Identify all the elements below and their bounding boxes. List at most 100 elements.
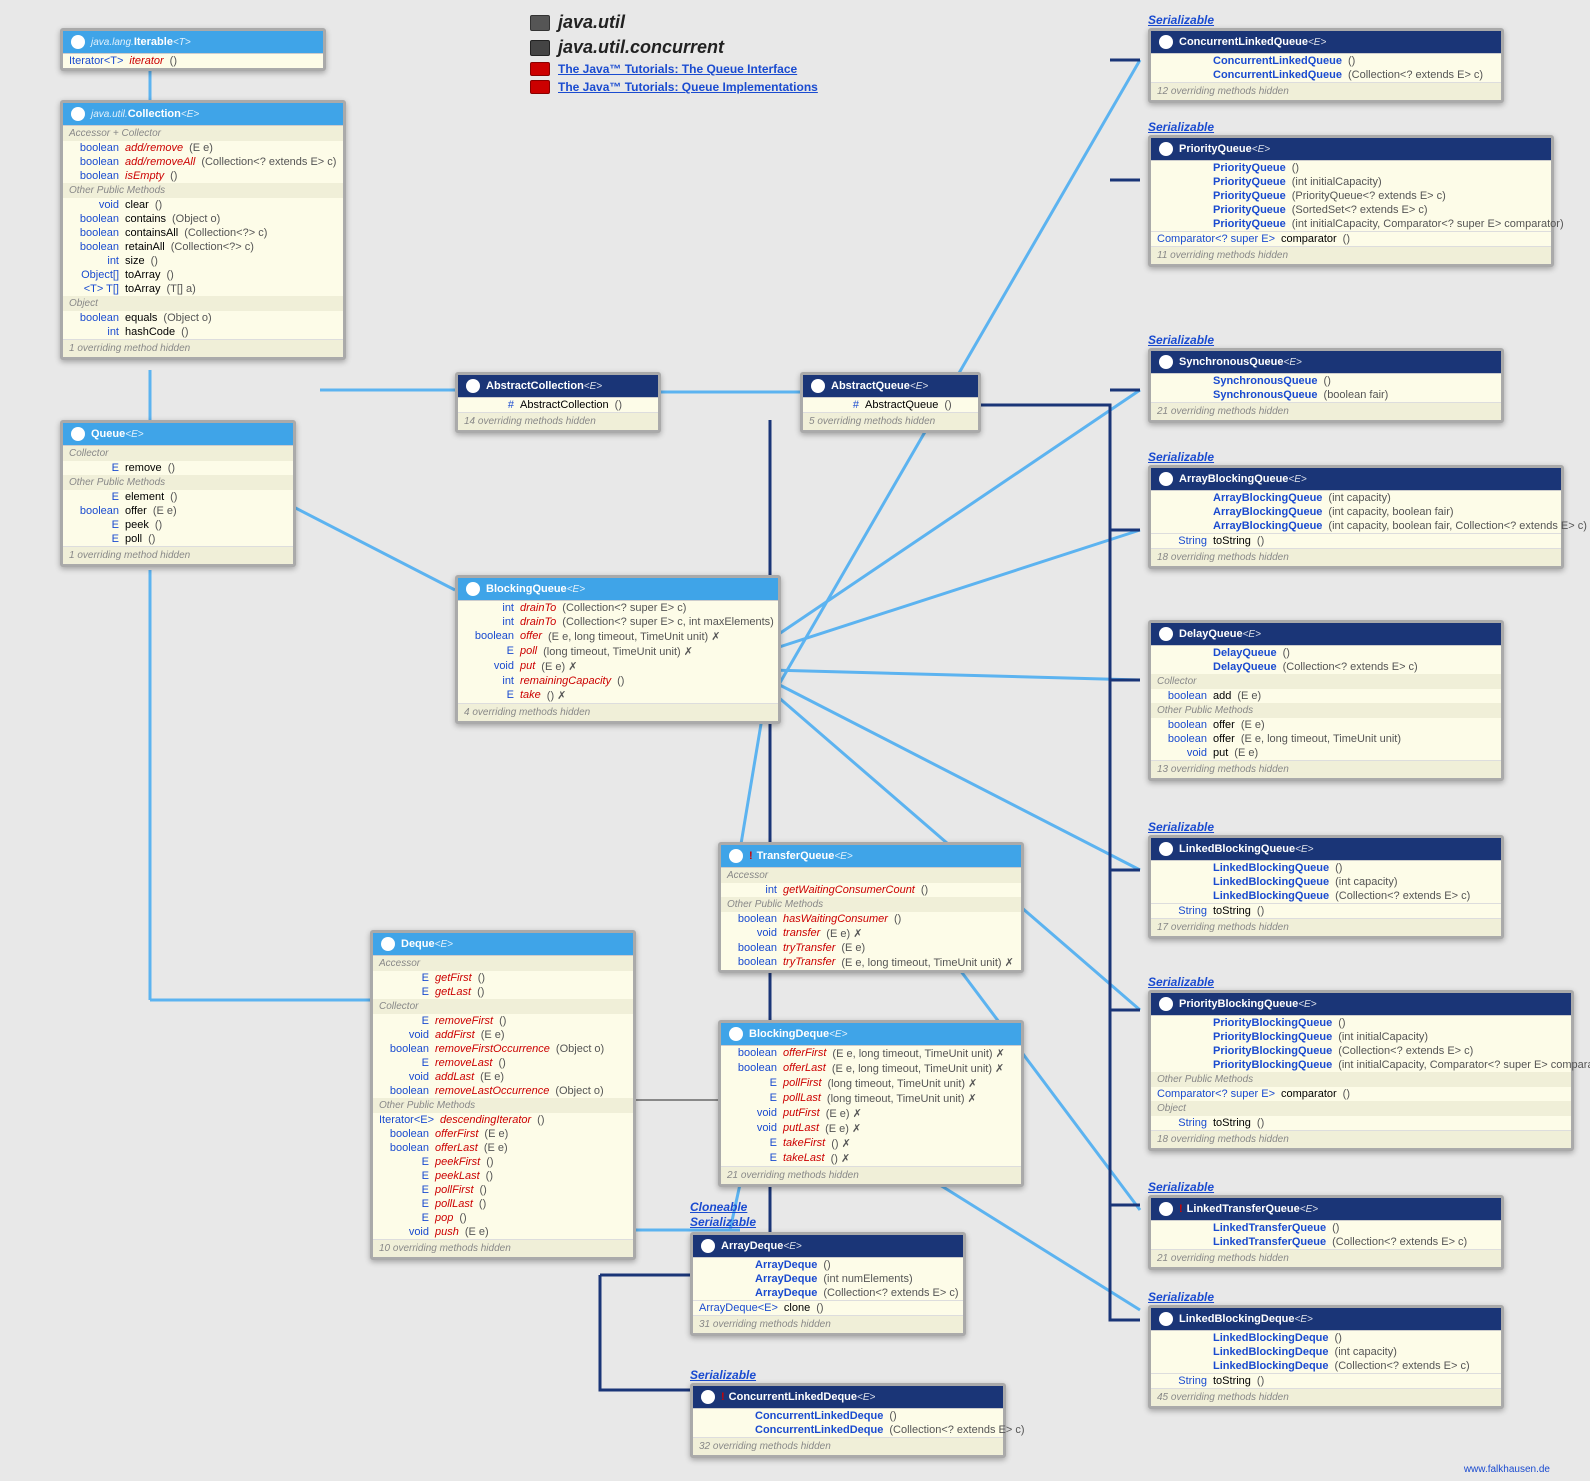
serializable-tag[interactable]: Serializable — [1148, 450, 1214, 464]
method-row: SynchronousQueue(boolean fair) — [1151, 388, 1501, 402]
array-blocking-queue-box: ArrayBlockingQueue<E> ArrayBlockingQueue… — [1148, 465, 1564, 569]
method-row: booleanoffer(E e, long timeout, TimeUnit… — [1151, 732, 1501, 746]
method-row: Etake() ✗ — [458, 688, 778, 703]
serializable-tag[interactable]: Serializable — [690, 1368, 756, 1382]
link-icon — [530, 62, 550, 76]
linked-blocking-deque-box: LinkedBlockingDeque<E> LinkedBlockingDeq… — [1148, 1305, 1504, 1409]
transfer-queue-header: !TransferQueue<E> — [721, 845, 1021, 867]
method-row: voidput(E e) ✗ — [458, 659, 778, 674]
method-row: StringtoString() — [1151, 1116, 1571, 1130]
method-row: ConcurrentLinkedDeque() — [693, 1409, 1003, 1423]
tutorial-link-queue-implementations[interactable]: The Java™ Tutorials: Queue Implementatio… — [558, 80, 818, 94]
method-row: EpollFirst() — [373, 1183, 633, 1197]
serializable-tag[interactable]: Serializable — [1148, 1290, 1214, 1304]
method-row: EremoveFirst() — [373, 1014, 633, 1028]
method-row: Eremove() — [63, 461, 293, 475]
method-row: LinkedBlockingDeque(Collection<? extends… — [1151, 1359, 1501, 1373]
serializable-tag[interactable]: Serializable — [1148, 120, 1214, 134]
method-row: StringtoString() — [1151, 904, 1501, 918]
method-row: ArrayDeque(Collection<? extends E> c) — [693, 1286, 963, 1300]
method-row: booleanofferFirst(E e, long timeout, Tim… — [721, 1046, 1021, 1061]
class-icon — [1159, 1202, 1173, 1216]
class-icon — [701, 1390, 715, 1404]
blocking-queue-header: BlockingQueue<E> — [458, 578, 778, 600]
method-row: voidtransfer(E e) ✗ — [721, 926, 1021, 941]
method-row: EpollLast(long timeout, TimeUnit unit) ✗ — [721, 1091, 1021, 1106]
method-row: Epeek() — [63, 518, 293, 532]
method-row: ArrayBlockingQueue(int capacity, boolean… — [1151, 505, 1561, 519]
method-row: PriorityQueue(int initialCapacity, Compa… — [1151, 217, 1551, 231]
legend: java.util java.util.concurrent The Java™… — [530, 12, 818, 98]
serializable-tag[interactable]: Serializable — [1148, 975, 1214, 989]
method-row: LinkedBlockingQueue(Collection<? extends… — [1151, 889, 1501, 903]
collection-header: java.util.Collection<E> — [63, 103, 343, 125]
method-row: ConcurrentLinkedQueue() — [1151, 54, 1501, 68]
method-row: inthashCode() — [63, 325, 343, 339]
method-row: Epop() — [373, 1211, 633, 1225]
method-row: #AbstractCollection() — [458, 398, 658, 412]
serializable-tag[interactable]: Serializable — [690, 1215, 756, 1229]
method-row: PriorityQueue(int initialCapacity) — [1151, 175, 1551, 189]
method-row: ArrayBlockingQueue(int capacity, boolean… — [1151, 519, 1561, 533]
method-row: LinkedBlockingDeque() — [1151, 1331, 1501, 1345]
method-row: <T> T[]toArray(T[] a) — [63, 282, 343, 296]
method-row: booleanhasWaitingConsumer() — [721, 912, 1021, 926]
method-row: PriorityBlockingQueue(int initialCapacit… — [1151, 1030, 1571, 1044]
method-row: StringtoString() — [1151, 1374, 1501, 1388]
collection-box: java.util.Collection<E> Accessor + Colle… — [60, 100, 346, 360]
method-row: #AbstractQueue() — [803, 398, 978, 412]
package-icon — [530, 15, 550, 31]
blocking-queue-box: BlockingQueue<E> intdrainTo(Collection<?… — [455, 575, 781, 724]
pkg-java-util: java.util — [558, 12, 625, 33]
transfer-queue-box: !TransferQueue<E> Accessor intgetWaiting… — [718, 842, 1024, 973]
blocking-deque-header: BlockingDeque<E> — [721, 1023, 1021, 1045]
method-row: intsize() — [63, 254, 343, 268]
delay-queue-box: DelayQueue<E> DelayQueue()DelayQueue(Col… — [1148, 620, 1504, 781]
method-row: EpeekFirst() — [373, 1155, 633, 1169]
method-row: EpeekLast() — [373, 1169, 633, 1183]
method-row: booleanadd(E e) — [1151, 689, 1501, 703]
serializable-tag[interactable]: Serializable — [1148, 820, 1214, 834]
class-icon — [1159, 627, 1173, 641]
method-row: intremainingCapacity() — [458, 674, 778, 688]
method-row: EremoveLast() — [373, 1056, 633, 1070]
class-icon — [1159, 997, 1173, 1011]
interface-icon — [381, 937, 395, 951]
method-row: booleancontains(Object o) — [63, 212, 343, 226]
method-row: Comparator<? super E>comparator() — [1151, 1087, 1571, 1101]
class-icon — [1159, 472, 1173, 486]
link-icon — [530, 80, 550, 94]
linked-blocking-queue-box: LinkedBlockingQueue<E> LinkedBlockingQue… — [1148, 835, 1504, 939]
class-icon — [1159, 355, 1173, 369]
interface-icon — [71, 427, 85, 441]
method-row: PriorityQueue() — [1151, 161, 1551, 175]
method-row: Object[]toArray() — [63, 268, 343, 282]
iterable-header: java.lang.Iterable<T> — [63, 31, 323, 53]
serializable-tag[interactable]: Serializable — [1148, 1180, 1214, 1194]
deque-box: Deque<E> Accessor EgetFirst()EgetLast() … — [370, 930, 636, 1260]
tutorial-link-queue-interface[interactable]: The Java™ Tutorials: The Queue Interface — [558, 62, 797, 76]
concurrent-linked-queue-box: ConcurrentLinkedQueue<E> ConcurrentLinke… — [1148, 28, 1504, 103]
method-row: intdrainTo(Collection<? super E> c) — [458, 601, 778, 615]
method-row: DelayQueue(Collection<? extends E> c) — [1151, 660, 1501, 674]
pkg-java-util-concurrent: java.util.concurrent — [558, 37, 724, 58]
synchronous-queue-box: SynchronousQueue<E> SynchronousQueue()Sy… — [1148, 348, 1504, 423]
method-row: Epoll(long timeout, TimeUnit unit) ✗ — [458, 644, 778, 659]
method-row: Eelement() — [63, 490, 293, 504]
cloneable-tag[interactable]: Cloneable — [690, 1200, 747, 1214]
method-row: voidclear() — [63, 198, 343, 212]
method-row: LinkedBlockingQueue() — [1151, 861, 1501, 875]
method-row: voidputLast(E e) ✗ — [721, 1121, 1021, 1136]
method-row: booleanremoveFirstOccurrence(Object o) — [373, 1042, 633, 1056]
credit-link[interactable]: www.falkhausen.de — [1464, 1464, 1550, 1475]
method-row: booleanofferLast(E e) — [373, 1141, 633, 1155]
method-row: PriorityBlockingQueue(int initialCapacit… — [1151, 1058, 1571, 1072]
class-icon — [701, 1239, 715, 1253]
method-row: booleantryTransfer(E e) — [721, 941, 1021, 955]
serializable-tag[interactable]: Serializable — [1148, 333, 1214, 347]
method-row: voidpush(E e) — [373, 1225, 633, 1239]
serializable-tag[interactable]: Serializable — [1148, 13, 1214, 27]
blocking-deque-box: BlockingDeque<E> booleanofferFirst(E e, … — [718, 1020, 1024, 1187]
method-row: StringtoString() — [1151, 534, 1561, 548]
method-row: LinkedTransferQueue(Collection<? extends… — [1151, 1235, 1501, 1249]
